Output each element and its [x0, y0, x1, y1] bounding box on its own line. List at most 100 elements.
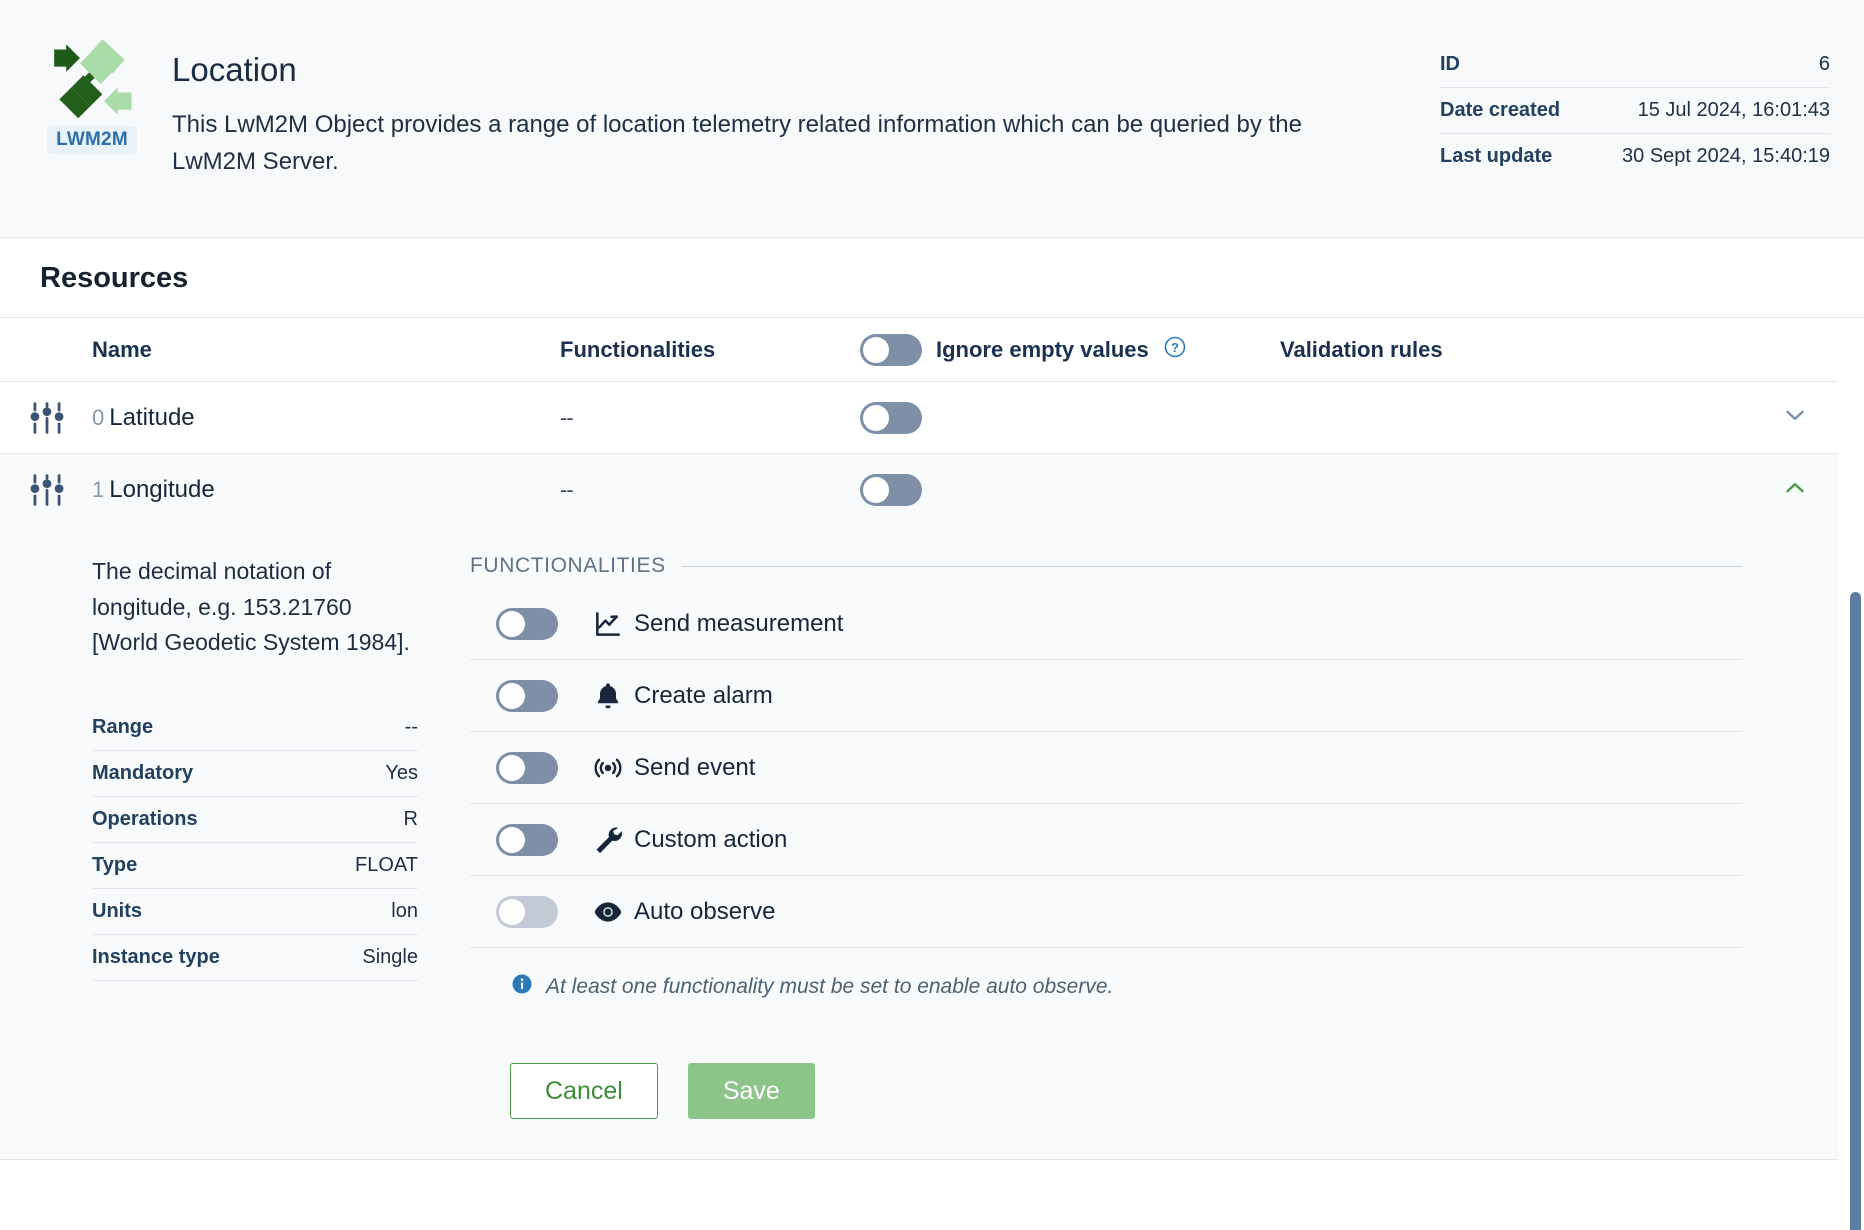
functionality-label: Create alarm [634, 682, 773, 710]
lwm2m-plug-icon [49, 34, 135, 120]
resource-properties-table: Range -- Mandatory Yes Operations R Ty [92, 705, 418, 981]
resource-label: Latitude [109, 404, 194, 431]
resource-detail-right: FUNCTIONALITIES Send me [470, 554, 1838, 1159]
functionality-label: Auto observe [634, 898, 775, 926]
resource-index: 0 [92, 405, 104, 430]
save-button[interactable]: Save [688, 1063, 815, 1119]
property-value: Single [310, 934, 418, 980]
lwm2m-object-detail-page: LWM2M Location This LwM2M Object provide… [0, 0, 1864, 1230]
custom-action-toggle[interactable] [496, 824, 558, 856]
functionality-toggle-cell [496, 824, 582, 856]
column-header-name: Name [0, 337, 560, 363]
svg-text:?: ? [1171, 340, 1179, 355]
functionalities-legend: FUNCTIONALITIES [470, 554, 666, 578]
functionality-row-create-alarm[interactable]: Create alarm [470, 660, 1742, 732]
cancel-button[interactable]: Cancel [510, 1063, 658, 1119]
auto-observe-toggle[interactable] [496, 896, 558, 928]
functionality-row-custom-action[interactable]: Custom action [470, 804, 1742, 876]
property-key: Mandatory [92, 750, 310, 796]
functionality-row-send-event[interactable]: Send event [470, 732, 1742, 804]
metadata-key: Last update [1440, 134, 1583, 180]
column-header-ignore-empty-values: Ignore empty values ? [860, 334, 1280, 366]
property-value: FLOAT [310, 842, 418, 888]
create-alarm-toggle[interactable] [496, 680, 558, 712]
property-value: R [310, 796, 418, 842]
column-header-ignore-label: Ignore empty values [936, 337, 1149, 363]
object-text-block: Location This LwM2M Object provides a ra… [150, 30, 1380, 181]
resource-functionalities: -- [560, 477, 860, 503]
property-row: Type FLOAT [92, 842, 418, 888]
send-event-toggle[interactable] [496, 752, 558, 784]
property-value: -- [310, 705, 418, 751]
auto-observe-note-text: At least one functionality must be set t… [546, 975, 1113, 999]
property-key: Type [92, 842, 310, 888]
property-row: Range -- [92, 705, 418, 751]
property-value: lon [310, 888, 418, 934]
property-key: Instance type [92, 934, 310, 980]
property-row: Mandatory Yes [92, 750, 418, 796]
resources-title: Resources [40, 262, 1824, 295]
resource-name: 1Longitude [92, 476, 560, 504]
metadata-value: 15 Jul 2024, 16:01:43 [1583, 88, 1830, 134]
resource-functionalities: -- [560, 405, 860, 431]
functionality-toggle-cell [496, 896, 582, 928]
property-row: Instance type Single [92, 934, 418, 980]
send-measurement-toggle[interactable] [496, 608, 558, 640]
scrollbar-track[interactable] [1850, 270, 1864, 1230]
metadata-row: Date created 15 Jul 2024, 16:01:43 [1440, 88, 1830, 134]
ignore-empty-values-master-toggle[interactable] [860, 334, 922, 366]
row-expander[interactable] [1680, 400, 1838, 435]
resource-detail-left: The decimal notation of longitude, e.g. … [0, 554, 470, 1159]
resource-index: 1 [92, 477, 104, 502]
functionality-row-send-measurement[interactable]: Send measurement [470, 588, 1742, 660]
resource-description: The decimal notation of longitude, e.g. … [92, 554, 418, 661]
object-metadata-table: ID 6 Date created 15 Jul 2024, 16:01:43 … [1440, 42, 1830, 179]
resource-name: 0Latitude [92, 404, 560, 432]
form-actions: Cancel Save [470, 1001, 1742, 1159]
property-value: Yes [310, 750, 418, 796]
tune-sliders-icon [0, 469, 92, 511]
table-row[interactable]: 1Longitude -- [0, 454, 1838, 526]
metadata-key: Date created [1440, 88, 1583, 134]
ignore-empty-values-toggle[interactable] [860, 402, 922, 434]
functionality-label: Custom action [634, 826, 787, 854]
chevron-up-icon [1780, 473, 1810, 503]
auto-observe-note: At least one functionality must be set t… [470, 948, 1742, 1001]
resource-label: Longitude [109, 476, 214, 503]
line-chart-icon [582, 608, 634, 640]
property-row: Units lon [92, 888, 418, 934]
property-key: Units [92, 888, 310, 934]
metadata-row: ID 6 [1440, 42, 1830, 88]
row-collapser[interactable] [1680, 473, 1838, 508]
functionality-row-auto-observe[interactable]: Auto observe [470, 876, 1742, 948]
object-icon-block: LWM2M [34, 30, 150, 154]
resource-detail-panel: The decimal notation of longitude, e.g. … [0, 526, 1838, 1160]
metadata-value: 30 Sept 2024, 15:40:19 [1583, 134, 1830, 180]
scrollbar-thumb[interactable] [1850, 592, 1861, 1230]
ignore-empty-values-toggle[interactable] [860, 474, 922, 506]
metadata-row: Last update 30 Sept 2024, 15:40:19 [1440, 134, 1830, 180]
wrench-icon [582, 824, 634, 856]
functionality-label: Send measurement [634, 610, 843, 638]
functionality-label: Send event [634, 754, 755, 782]
broadcast-icon [582, 751, 634, 785]
table-header-row: Name Functionalities Ignore empty values… [0, 318, 1838, 382]
resource-ignore-cell [860, 402, 1280, 434]
property-row: Operations R [92, 796, 418, 842]
functionalities-legend-row: FUNCTIONALITIES [470, 554, 1742, 578]
legend-divider [682, 566, 1742, 567]
table-row[interactable]: 0Latitude -- [0, 382, 1838, 454]
property-key: Operations [92, 796, 310, 842]
help-circle-icon[interactable]: ? [1163, 335, 1187, 365]
object-header: LWM2M Location This LwM2M Object provide… [0, 0, 1864, 238]
metadata-value: 6 [1583, 42, 1830, 88]
column-header-functionalities: Functionalities [560, 337, 860, 363]
eye-icon [582, 896, 634, 928]
metadata-key: ID [1440, 42, 1583, 88]
functionality-toggle-cell [496, 752, 582, 784]
resources-table: Name Functionalities Ignore empty values… [0, 318, 1838, 1160]
tune-sliders-icon [0, 397, 92, 439]
bell-icon [582, 680, 634, 712]
object-description: This LwM2M Object provides a range of lo… [172, 106, 1372, 180]
info-icon [510, 972, 534, 1001]
